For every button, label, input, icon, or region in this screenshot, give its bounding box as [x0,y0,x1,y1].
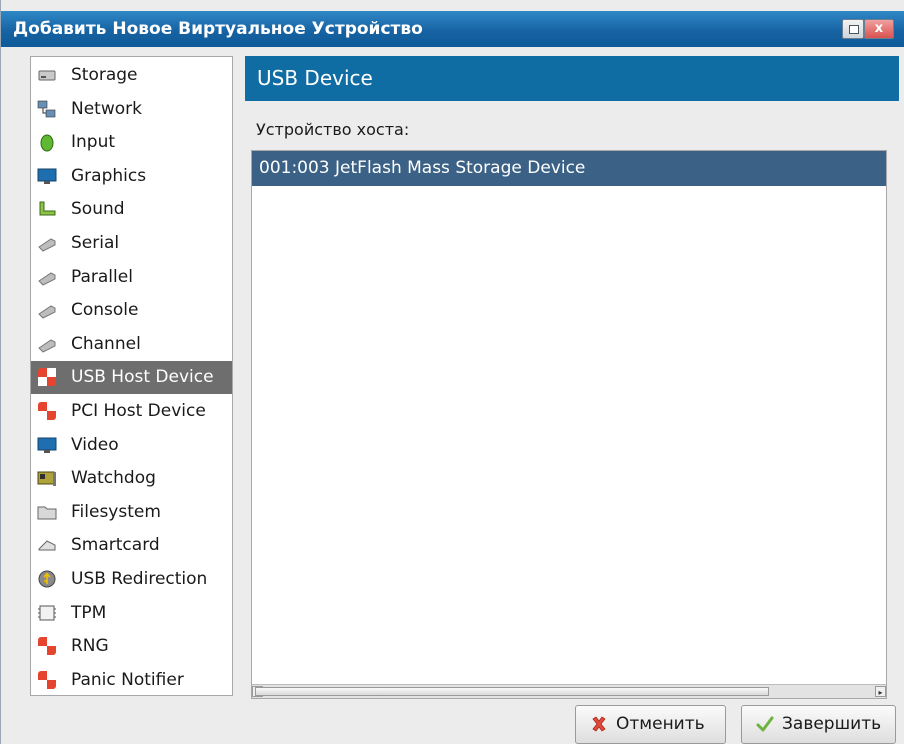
sidebar-item-label: Panic Notifier [71,669,184,690]
add-virtual-device-window: Добавить Новое Виртуальное Устройство x … [0,0,904,744]
watchdog-card-icon [37,471,56,487]
smartcard-reader-icon [38,540,56,551]
close-button[interactable]: x [864,19,894,39]
title-bar[interactable]: Добавить Новое Виртуальное Устройство x [1,11,904,47]
sidebar-item-label: Console [71,300,139,321]
close-icon: x [874,21,884,36]
device-header: USB Device [245,56,899,101]
scrollbar-thumb[interactable] [255,687,769,696]
sidebar-item-filesystem[interactable]: Filesystem [31,496,232,529]
cancel-label: Отменить [616,714,705,734]
sidebar-item-channel[interactable]: Channel [31,328,232,361]
sidebar-item-label: Watchdog [71,468,156,489]
sidebar-item-tpm[interactable]: TPM [31,597,232,630]
usb-host-icon [38,368,56,387]
pci-host-icon [38,402,56,420]
mouse-icon [40,134,54,152]
sidebar-item-label: Parallel [71,266,133,287]
sidebar-item-storage[interactable]: Storage [31,59,232,92]
sidebar-item-label: RNG [71,636,109,657]
usb-redirection-icon [38,570,56,588]
host-device-label: Устройство хоста: [256,120,410,139]
minimize-button[interactable] [842,19,864,39]
sidebar-item-smartcard[interactable]: Smartcard [31,529,232,562]
channel-plug-icon [38,339,56,353]
sidebar-item-usb-redirection[interactable]: USB Redirection [31,563,232,596]
device-type-list[interactable]: Storage Network Input Graphics Sound Serial Pa… [30,56,233,696]
sidebar-item-console[interactable]: Console [31,294,232,327]
sidebar-item-graphics[interactable]: Graphics [31,160,232,193]
finish-label: Завершить [782,714,882,734]
sidebar-item-label: Input [71,132,116,153]
folder-icon [37,506,57,520]
rng-icon [38,637,56,656]
finish-button[interactable]: Завершить [741,705,896,744]
sidebar-item-label: Video [71,434,119,455]
sidebar-item-label: Network [71,98,142,119]
sidebar-item-label: PCI Host Device [71,401,206,421]
sidebar-item-input[interactable]: Input [31,126,232,159]
sidebar-item-sound[interactable]: Sound [31,193,232,226]
chip-icon [38,605,56,621]
sidebar-item-label: USB Host Device [71,367,214,388]
sidebar-item-network[interactable]: Network [31,93,232,126]
window-title: Добавить Новое Виртуальное Устройство [13,19,423,39]
sidebar-item-label: Sound [71,199,125,220]
horizontal-scrollbar[interactable]: ◂ ▸ [252,684,886,698]
sidebar-item-panic-notifier[interactable]: Panic Notifier [31,664,232,697]
parallel-plug-icon [38,272,56,286]
network-icon [37,100,56,117]
sidebar-item-usb-host-device[interactable]: USB Host Device [31,361,232,395]
sidebar-item-serial[interactable]: Serial [31,227,232,260]
host-device-row[interactable]: 001:003 JetFlash Mass Storage Device [252,151,886,186]
storage-drive-icon [38,70,56,81]
video-monitor-icon [37,437,57,453]
sidebar-item-video[interactable]: Video [31,429,232,462]
sidebar-item-label: Graphics [71,165,147,186]
sidebar-item-watchdog[interactable]: Watchdog [31,462,232,495]
sidebar-item-label: TPM [71,602,107,623]
sidebar-item-label: Serial [71,233,120,253]
monitor-icon [37,168,57,184]
host-device-name: 001:003 JetFlash Mass Storage Device [259,158,586,178]
cancel-button[interactable]: Отменить [575,705,726,744]
sidebar-item-label: Filesystem [71,501,161,522]
sidebar-item-label: Storage [71,65,138,85]
sidebar-item-label: Smartcard [71,535,160,556]
checkmark-icon [756,716,774,732]
panic-notifier-icon [38,670,56,689]
scroll-right-arrow-icon[interactable]: ▸ [875,686,886,697]
sound-card-icon [39,201,56,216]
sidebar-item-label: USB Redirection [71,569,208,589]
sidebar-item-label: Channel [71,333,141,354]
device-header-title: USB Device [257,66,373,90]
sidebar-item-parallel[interactable]: Parallel [31,261,232,294]
host-device-list[interactable]: 001:003 JetFlash Mass Storage Device ◂ ▸ [251,150,887,699]
sidebar-item-rng[interactable]: RNG [31,630,232,663]
cancel-icon [592,716,606,732]
sidebar-item-pci-host-device[interactable]: PCI Host Device [31,395,232,428]
serial-plug-icon [38,238,56,252]
console-plug-icon [38,305,56,319]
